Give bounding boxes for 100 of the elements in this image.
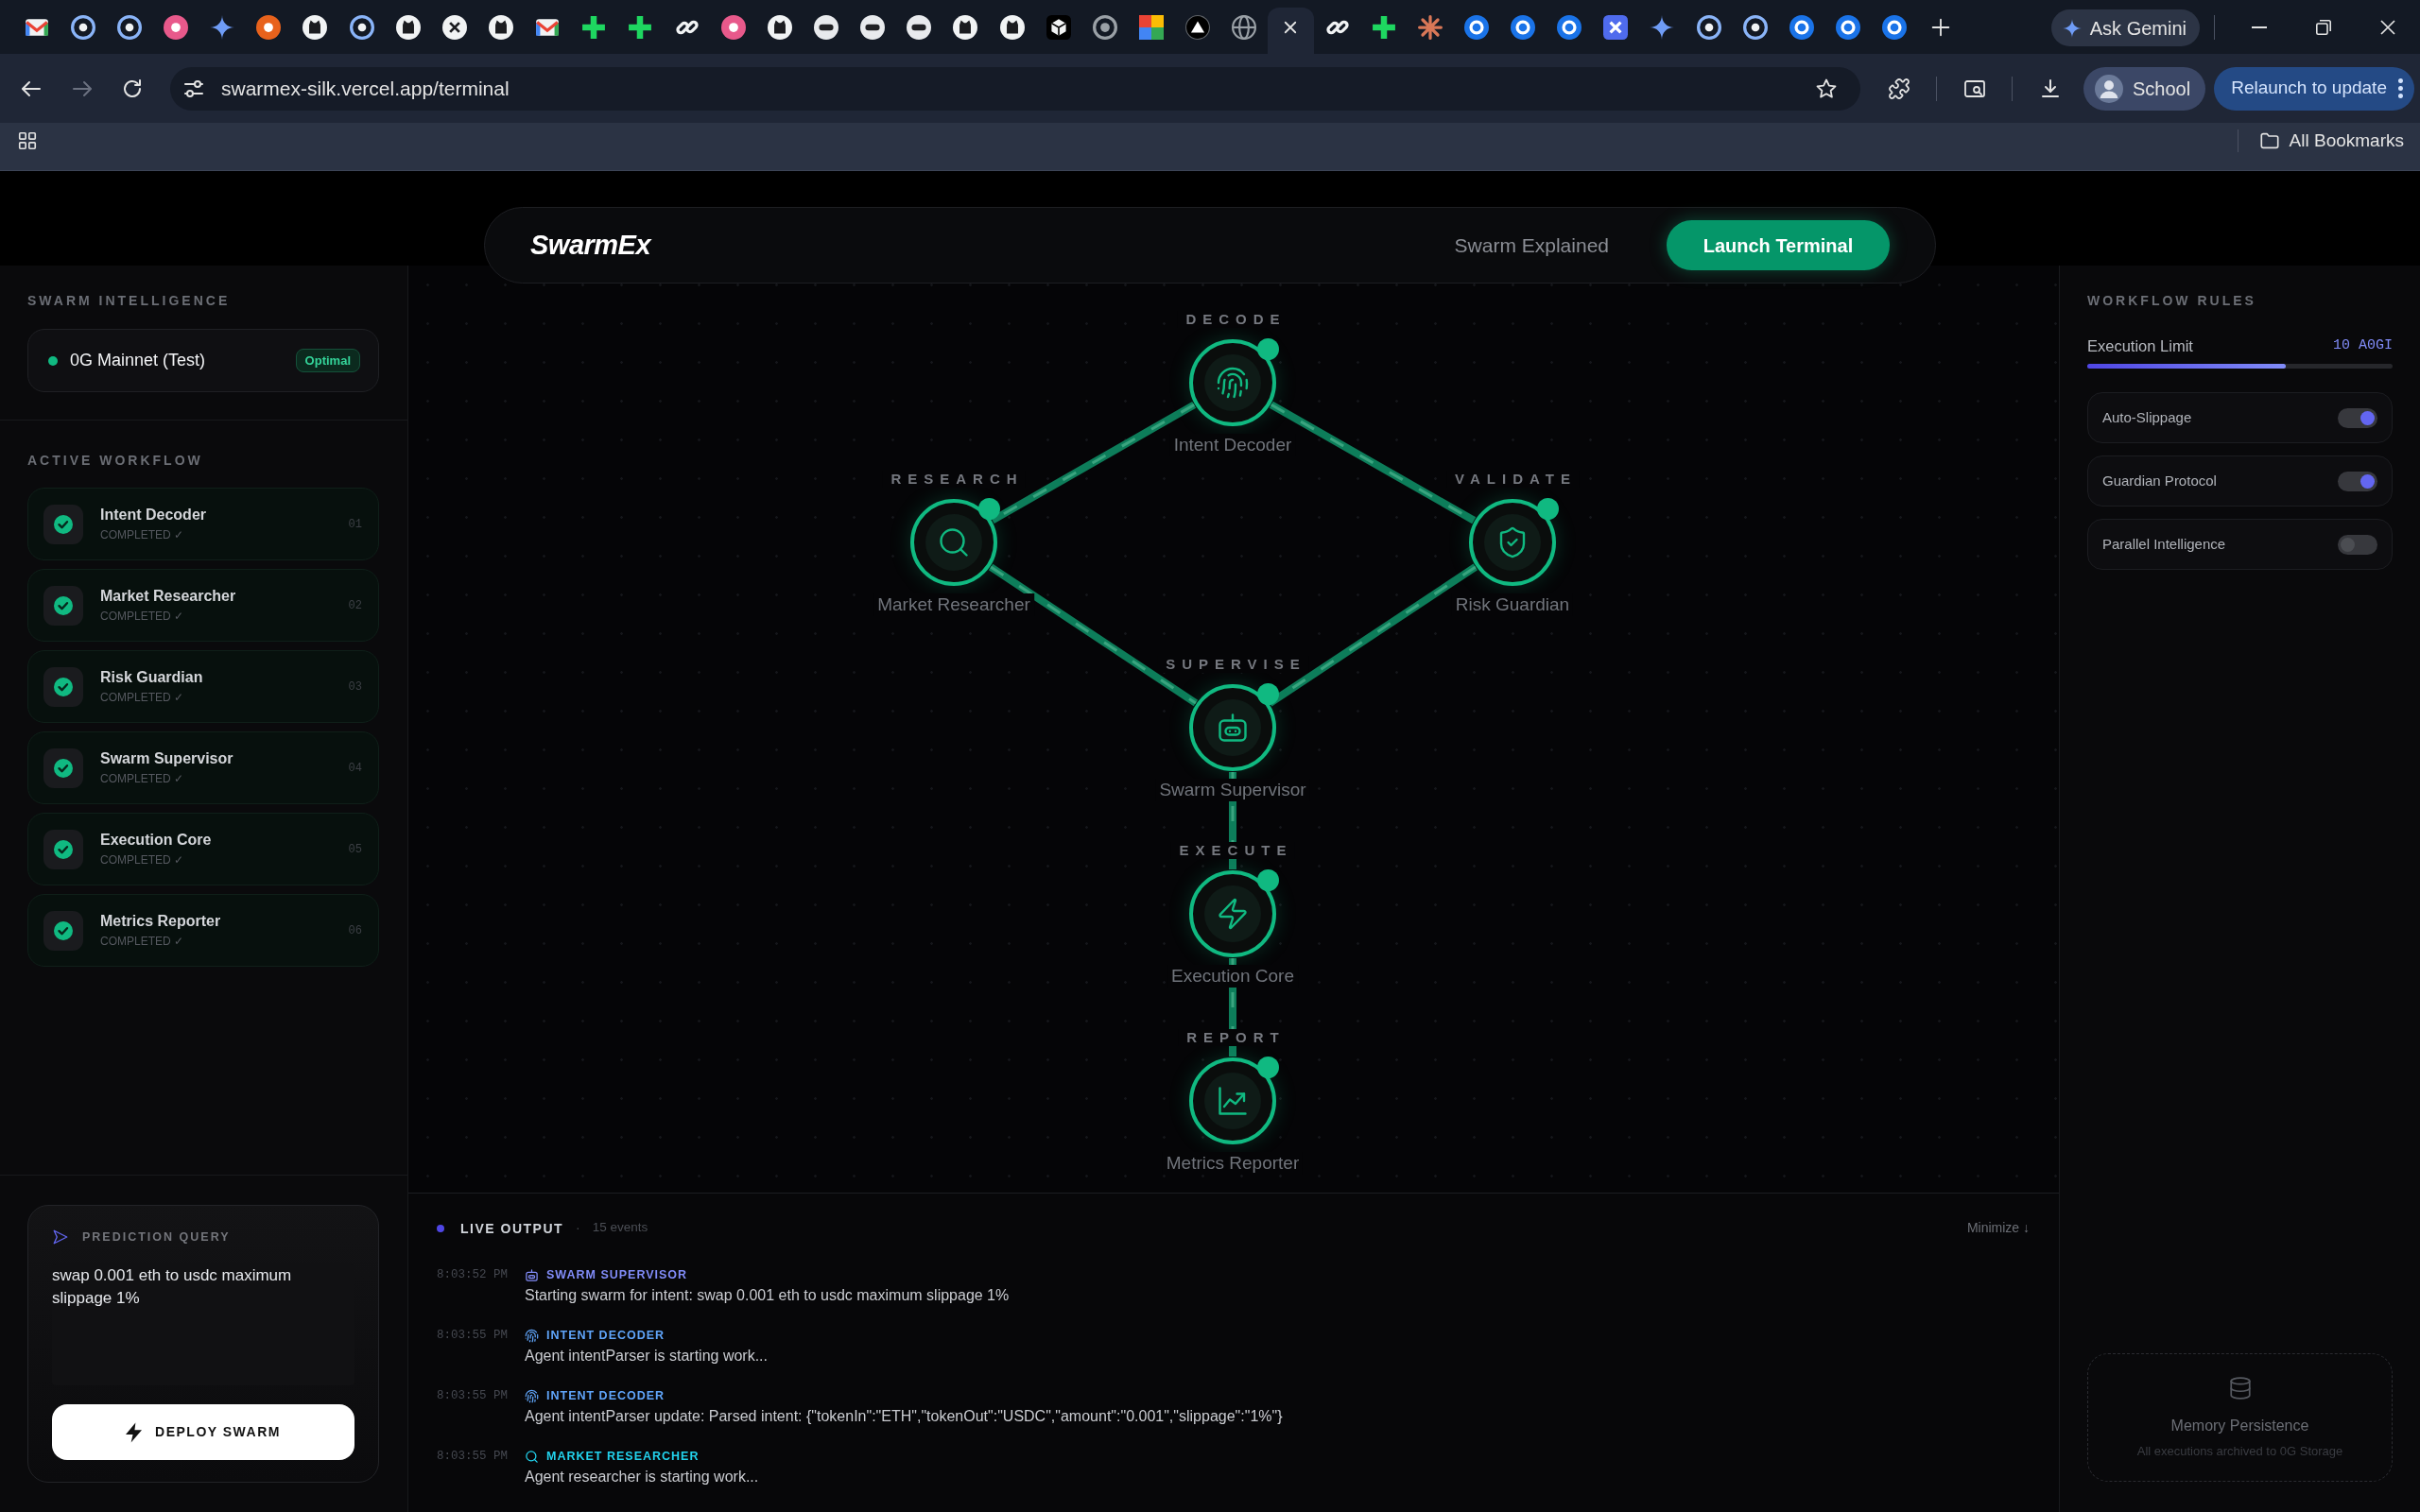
search-icon xyxy=(525,1449,539,1464)
relaunch-button[interactable]: Relaunch to update xyxy=(2214,66,2414,111)
target-icon xyxy=(1092,15,1117,40)
agent-label: MARKET RESEARCHER xyxy=(546,1449,700,1465)
nav-link[interactable]: Swarm Explained xyxy=(1454,230,1609,261)
status-text: COMPLETED ✓ xyxy=(100,609,184,624)
step-number: 02 xyxy=(348,597,362,614)
fingerprint-icon xyxy=(525,1328,539,1343)
folder-icon xyxy=(2258,130,2280,151)
event-count: 15 events xyxy=(592,1219,648,1237)
cross-disc-icon xyxy=(441,15,467,40)
cat-head-icon xyxy=(488,15,513,40)
timestamp: 8:03:52 PM xyxy=(437,1267,509,1283)
plus-icon xyxy=(628,15,653,40)
query-card[interactable]: PREDICTION QUERY swap 0.001 eth to usdc maximum slippage 1% DEPLOY SWARM xyxy=(27,1205,379,1483)
menu-dots-icon xyxy=(2397,78,2403,98)
status-dot xyxy=(48,355,58,366)
ring-icon xyxy=(116,15,142,40)
step-number: 03 xyxy=(348,679,362,696)
agent-name: Intent Decoder xyxy=(100,506,206,524)
rule-label: Guardian Protocol xyxy=(2102,471,2217,490)
fingerprint-icon xyxy=(1216,366,1250,400)
lightning-icon xyxy=(126,1421,143,1443)
limit-label: Execution Limit xyxy=(2087,336,2193,356)
status-badge: Optimal xyxy=(295,349,360,372)
timestamp: 8:03:55 PM xyxy=(437,1328,509,1344)
agent-name: Market Researcher xyxy=(100,587,236,606)
panel-title: LIVE OUTPUT xyxy=(460,1219,564,1238)
reload-icon xyxy=(121,77,144,100)
agent-label: INTENT DECODER xyxy=(546,1388,666,1404)
status-text: COMPLETED ✓ xyxy=(100,934,184,949)
address-bar[interactable]: swarmex-silk.vercel.app/terminal xyxy=(170,66,1860,111)
minimize-link[interactable]: Minimize ↓ xyxy=(1966,1218,2030,1238)
agent-name: Risk Guardian xyxy=(100,668,203,687)
ask-button[interactable]: Ask Gemini xyxy=(2050,9,2200,46)
ring-disc-icon xyxy=(1789,15,1814,40)
ring-disc-icon xyxy=(1463,15,1489,40)
network-card[interactable]: 0G Mainnet (Test) Optimal xyxy=(27,329,379,392)
disc-icon xyxy=(256,15,282,40)
cat-head-icon xyxy=(999,15,1025,40)
status-dot xyxy=(437,1224,444,1232)
limit-track[interactable] xyxy=(2087,364,2393,369)
card-title: PREDICTION QUERY xyxy=(82,1229,231,1246)
section-title: ACTIVE WORKFLOW xyxy=(27,452,204,470)
toggle-switch[interactable] xyxy=(2338,534,2377,555)
ring-disc-icon xyxy=(1882,15,1908,40)
ring-disc-icon xyxy=(1511,15,1536,40)
agent-name: Execution Core xyxy=(100,831,212,850)
disc-icon xyxy=(164,15,188,40)
status-text: COMPLETED ✓ xyxy=(100,852,184,868)
agent-label: INTENT DECODER xyxy=(546,1328,666,1344)
network-name: 0G Mainnet (Test) xyxy=(70,350,206,371)
step-number: 04 xyxy=(348,760,362,777)
browser-tab[interactable] xyxy=(1267,8,1314,54)
database-icon xyxy=(2227,1376,2253,1400)
restore-icon xyxy=(2316,19,2331,35)
close-icon xyxy=(2380,19,2395,35)
star-icon[interactable] xyxy=(1815,77,1838,100)
avatar-icon xyxy=(2095,74,2123,103)
log-message: Agent researcher is starting work... xyxy=(525,1468,759,1486)
ring-disc-icon xyxy=(1557,15,1582,40)
plus-icon xyxy=(1930,18,1950,37)
toggle-switch[interactable] xyxy=(2338,407,2377,428)
bookmarks-folder[interactable]: All Bookmarks xyxy=(2255,126,2408,156)
step-number: 05 xyxy=(348,841,362,858)
plus-icon xyxy=(1371,15,1396,40)
cat-head-icon xyxy=(395,15,421,40)
toggle-switch[interactable] xyxy=(2338,471,2377,491)
log-message: Starting swarm for intent: swap 0.001 eth to usdc maximum slippage 1% xyxy=(525,1286,1010,1305)
disc-icon xyxy=(720,15,746,40)
robot-icon xyxy=(525,1267,539,1282)
send-icon xyxy=(52,1228,69,1246)
robot-icon xyxy=(1216,711,1250,745)
search-icon xyxy=(937,525,971,559)
ring-icon xyxy=(349,15,374,40)
chart-icon xyxy=(1216,1084,1250,1118)
cross-square-icon xyxy=(1603,15,1629,40)
cat-head-icon xyxy=(302,15,328,40)
plus-icon xyxy=(581,15,607,40)
deploy-button[interactable]: DEPLOY SWARM xyxy=(52,1404,354,1460)
apps-grid-icon xyxy=(17,130,38,151)
logo-text[interactable]: SwarmEx xyxy=(530,224,651,266)
ring-icon xyxy=(70,15,95,40)
disc-icon xyxy=(860,15,886,40)
status-text: COMPLETED ✓ xyxy=(100,690,184,705)
disc-icon xyxy=(813,15,838,40)
status-text: COMPLETED ✓ xyxy=(100,771,184,786)
launch-button[interactable]: Launch Terminal xyxy=(1667,220,1890,270)
timestamp: 8:03:55 PM xyxy=(437,1388,509,1404)
cat-head-icon xyxy=(767,15,792,40)
url-text: swarmex-silk.vercel.app/terminal xyxy=(221,76,510,101)
cube-icon xyxy=(1046,15,1071,40)
profile-button[interactable]: School xyxy=(2083,66,2206,111)
rule-label: Auto-Slippage xyxy=(2102,407,2192,427)
step-number: 01 xyxy=(348,516,362,533)
status-text: COMPLETED ✓ xyxy=(100,527,184,542)
agent-label: SWARM SUPERVISOR xyxy=(546,1267,688,1283)
log-message: Agent intentParser update: Parsed intent: {"tokenIn":"ETH","tokenOut":"USDC","amount":"0.001","slippage":"1%"} xyxy=(525,1407,1283,1426)
ring-disc-icon xyxy=(1836,15,1861,40)
section-title: WORKFLOW RULES xyxy=(2087,292,2257,310)
